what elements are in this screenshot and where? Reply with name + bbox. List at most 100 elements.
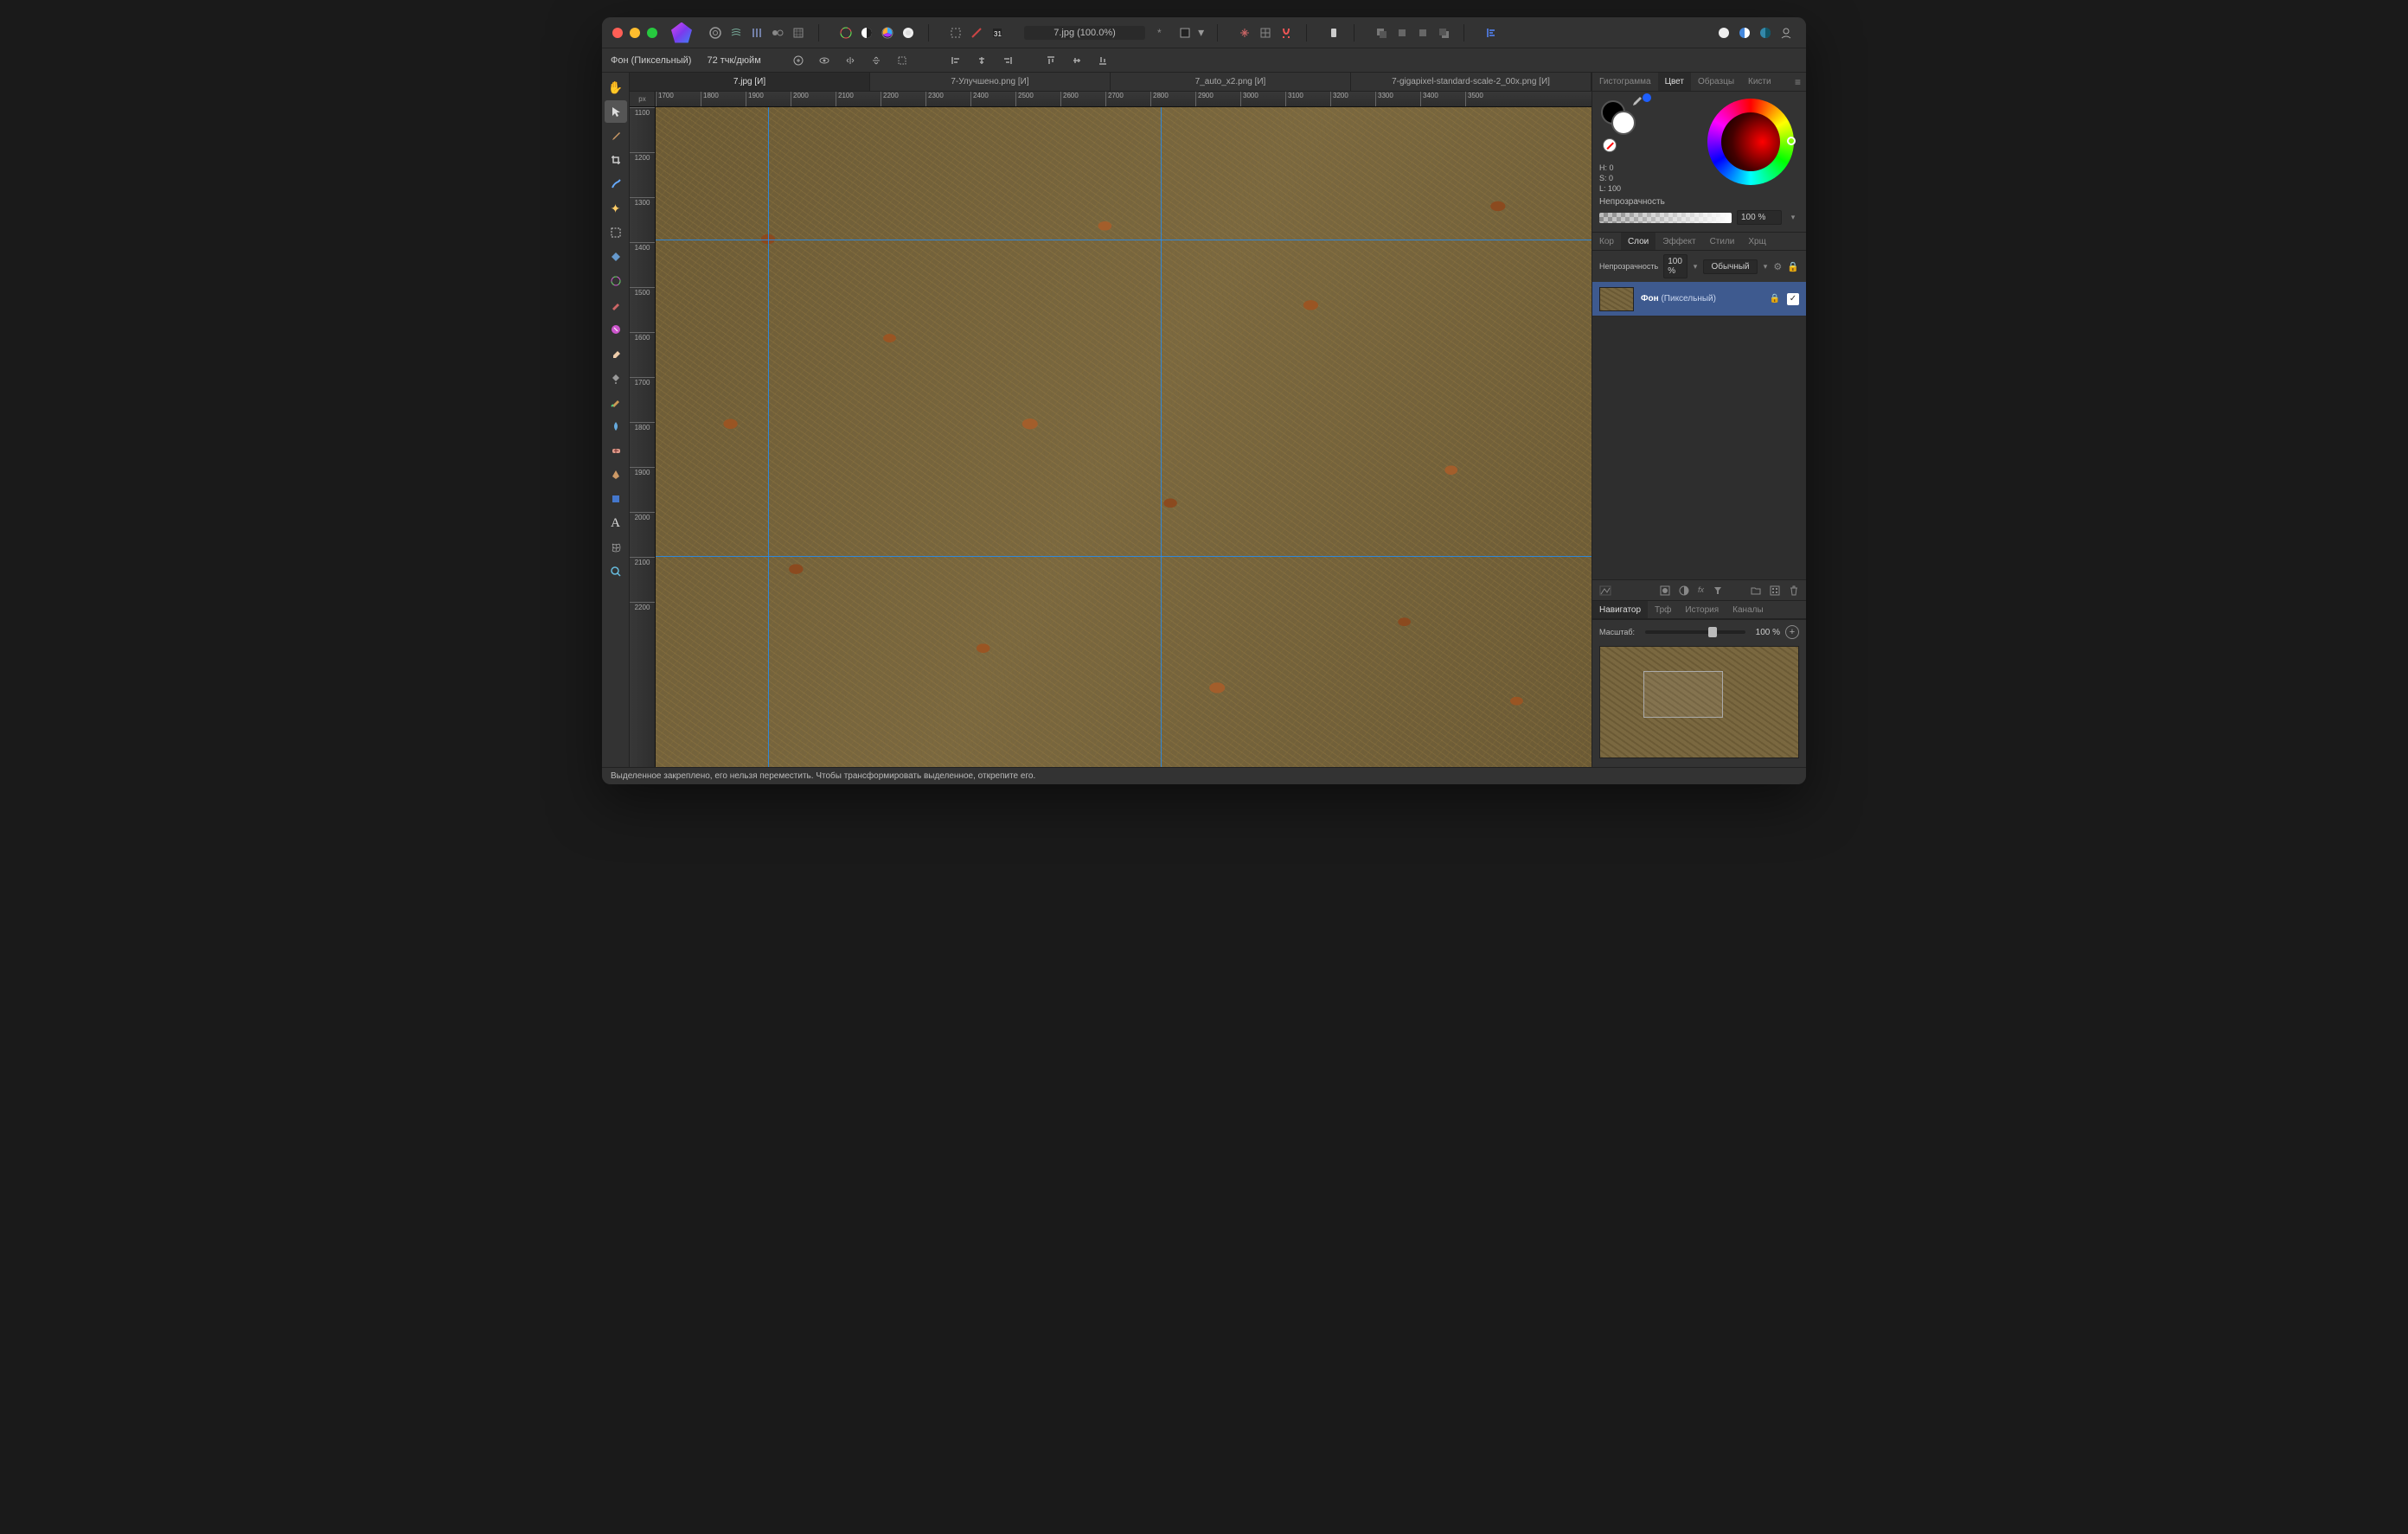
- doc-tab-2[interactable]: 7_auto_x2.png [И]: [1111, 73, 1351, 91]
- navigator-viewport-rect[interactable]: [1643, 671, 1723, 718]
- color-format-button[interactable]: [836, 23, 855, 42]
- mesh-warp-tool[interactable]: [605, 536, 627, 559]
- fullscreen-window-button[interactable]: [647, 28, 657, 38]
- tab-navigator[interactable]: Навигатор: [1592, 601, 1648, 618]
- hue-handle-icon[interactable]: [1787, 137, 1796, 145]
- layer-visibility-checkbox[interactable]: ✓: [1787, 293, 1799, 305]
- color-wheel[interactable]: [1707, 99, 1794, 185]
- tab-text[interactable]: Хрщ: [1741, 233, 1772, 250]
- zoom-add-icon[interactable]: +: [1785, 625, 1799, 639]
- pixel-grid-button[interactable]: [1256, 23, 1275, 42]
- tab-effects[interactable]: Эффект: [1656, 233, 1702, 250]
- ruler-horizontal[interactable]: 1700180019002000210022002300240025002600…: [656, 92, 1591, 107]
- add-mask-button[interactable]: [1714, 23, 1733, 42]
- selection-brush-tool[interactable]: [605, 173, 627, 195]
- zoom-tool[interactable]: [605, 560, 627, 583]
- arrange-forward-button[interactable]: [1413, 23, 1432, 42]
- add-fx-icon[interactable]: fx: [1698, 585, 1704, 596]
- tab-channels-brush[interactable]: Кор: [1592, 233, 1621, 250]
- eyedropper-icon[interactable]: [1630, 95, 1643, 107]
- align-m-button[interactable]: [1067, 51, 1086, 70]
- text-tool[interactable]: A: [605, 512, 627, 534]
- add-mask-icon[interactable]: [1660, 585, 1670, 596]
- persona-develop-button[interactable]: [747, 23, 766, 42]
- layer-opacity-input[interactable]: 100 %: [1663, 254, 1687, 278]
- tab-color[interactable]: Цвет: [1658, 73, 1691, 91]
- erase-tool[interactable]: [605, 342, 627, 365]
- add-live-filter-icon[interactable]: [1713, 585, 1723, 596]
- rectangle-tool[interactable]: [605, 488, 627, 510]
- layer-settings-icon[interactable]: ⚙: [1773, 261, 1782, 272]
- align-t-button[interactable]: [1041, 51, 1060, 70]
- align-c-button[interactable]: [972, 51, 991, 70]
- persona-liquify-button[interactable]: [727, 23, 746, 42]
- add-layer-icon[interactable]: [1770, 585, 1780, 596]
- soft-proof-button[interactable]: [899, 23, 918, 42]
- color-picker-tool[interactable]: [605, 125, 627, 147]
- opacity-dropdown-icon[interactable]: ▾: [1787, 213, 1799, 222]
- panel-menu-icon[interactable]: ≡: [1795, 76, 1801, 88]
- layer-locked-icon[interactable]: 🔒: [1770, 294, 1780, 304]
- marquee-selection-icon[interactable]: [946, 23, 965, 42]
- move-tool[interactable]: [605, 100, 627, 123]
- persona-photo-button[interactable]: [706, 23, 725, 42]
- magic-wand-tool[interactable]: ✦: [605, 197, 627, 220]
- paint-mixer-tool[interactable]: [605, 318, 627, 341]
- gradient-tool[interactable]: [605, 270, 627, 292]
- navigator-thumbnail[interactable]: [1599, 646, 1799, 758]
- paint-brush-tool[interactable]: [605, 294, 627, 316]
- opacity-slider[interactable]: [1599, 213, 1732, 223]
- add-live-filter-button[interactable]: [1756, 23, 1775, 42]
- doc-tab-0[interactable]: 7.jpg [И]: [630, 73, 870, 91]
- blend-dropdown-icon[interactable]: ▾: [1763, 262, 1769, 272]
- color-mode-button[interactable]: [878, 23, 897, 42]
- guide-horizontal[interactable]: [656, 556, 1591, 557]
- blend-mode-select[interactable]: Обычный: [1703, 259, 1757, 274]
- align-b-button[interactable]: [1093, 51, 1112, 70]
- healing-tool[interactable]: [605, 439, 627, 462]
- canvas[interactable]: [656, 107, 1591, 767]
- marquee-tool[interactable]: [605, 221, 627, 244]
- flood-fill-tool[interactable]: [605, 246, 627, 268]
- guide-vertical[interactable]: [768, 107, 769, 767]
- persona-export-button[interactable]: [789, 23, 808, 42]
- tab-histogram[interactable]: Гистограмма: [1592, 73, 1658, 91]
- tab-history[interactable]: История: [1678, 601, 1726, 618]
- recent-color-dot[interactable]: [1643, 93, 1651, 102]
- minimize-window-button[interactable]: [630, 28, 640, 38]
- tab-brushes[interactable]: Кисти: [1741, 73, 1778, 91]
- tab-channels[interactable]: Каналы: [1726, 601, 1771, 618]
- rotate-button[interactable]: [893, 51, 912, 70]
- group-layer-icon[interactable]: [1751, 585, 1761, 596]
- primary-color-swatch[interactable]: [1611, 111, 1636, 135]
- lock-children-button[interactable]: [789, 51, 808, 70]
- account-button[interactable]: [1777, 23, 1796, 42]
- close-window-button[interactable]: [612, 28, 623, 38]
- fill-tool-button[interactable]: [1175, 23, 1194, 42]
- layer-opacity-dropdown-icon[interactable]: ▾: [1693, 262, 1699, 272]
- show-button[interactable]: [815, 51, 834, 70]
- tab-swatches[interactable]: Образцы: [1691, 73, 1741, 91]
- opacity-value-input[interactable]: 100 %: [1737, 210, 1782, 225]
- clone-tool[interactable]: [605, 367, 627, 389]
- add-adjustment-button[interactable]: [1735, 23, 1754, 42]
- refine-selection-button[interactable]: 31: [988, 23, 1007, 42]
- flip-v-button[interactable]: [867, 51, 886, 70]
- arrange-backward-button[interactable]: [1393, 23, 1412, 42]
- zoom-slider[interactable]: [1645, 630, 1745, 634]
- ruler-vertical[interactable]: 1100120013001400150016001700180019002000…: [630, 107, 656, 767]
- layer-lock-icon[interactable]: 🔒: [1787, 261, 1799, 272]
- tab-layers[interactable]: Слои: [1621, 233, 1656, 250]
- inpaint-tool[interactable]: [605, 391, 627, 413]
- dodge-tool[interactable]: [605, 415, 627, 438]
- delete-layer-icon[interactable]: [1789, 585, 1799, 596]
- layer-row[interactable]: Фон (Пиксельный) 🔒 ✓: [1592, 282, 1806, 316]
- align-r-button[interactable]: [998, 51, 1017, 70]
- dropdown-arrow-icon[interactable]: ▾: [1196, 23, 1207, 42]
- pen-tool[interactable]: [605, 463, 627, 486]
- arrange-front-button[interactable]: [1434, 23, 1453, 42]
- quick-mask-button[interactable]: [967, 23, 986, 42]
- add-adjustment-icon[interactable]: [1679, 585, 1689, 596]
- doc-tab-3[interactable]: 7-gigapixel-standard-scale-2_00x.png [И]: [1351, 73, 1591, 91]
- tab-transform[interactable]: Трф: [1648, 601, 1678, 618]
